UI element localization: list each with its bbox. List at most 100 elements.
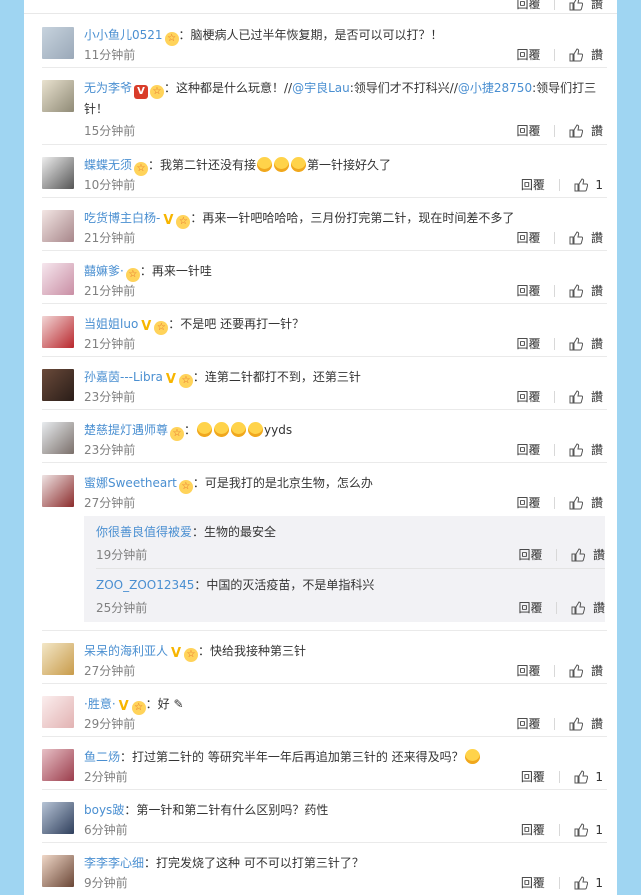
username[interactable]: ·胜意·	[84, 697, 116, 711]
action-divider	[558, 877, 560, 889]
avatar[interactable]	[42, 27, 74, 59]
like-count[interactable]: 1	[595, 770, 603, 784]
reply-button[interactable]: 回覆	[516, 662, 540, 679]
reply-button[interactable]: 回覆	[521, 768, 545, 785]
username[interactable]: 囍嫲爹·	[84, 264, 124, 278]
thumbs-up-icon[interactable]	[569, 337, 584, 354]
like-count[interactable]: 讚	[591, 231, 603, 245]
comment-actions: 回覆 讚	[516, 388, 603, 407]
like-count[interactable]: 1	[595, 876, 603, 890]
thumbs-up-icon[interactable]	[569, 496, 584, 513]
username[interactable]: 无为李爷	[84, 81, 132, 95]
thumbs-up-icon[interactable]	[569, 124, 584, 141]
comment-text: 李李李心细：打完发烧了这种 可不可以打第三针了？	[84, 853, 605, 873]
avatar[interactable]	[42, 210, 74, 242]
like-count[interactable]: 1	[595, 178, 603, 192]
username[interactable]: ZOO_ZOO12345	[96, 578, 194, 592]
reply-button[interactable]: 回覆	[521, 176, 545, 193]
reply-button[interactable]: 回覆	[516, 122, 540, 139]
avatar[interactable]	[42, 475, 74, 507]
reply-button[interactable]: 回覆	[516, 388, 540, 405]
username[interactable]: 蜜娜Sweetheart	[84, 476, 177, 490]
avatar[interactable]	[42, 749, 74, 781]
reply-body: ：生物的最安全	[192, 525, 277, 539]
like-count[interactable]: 讚	[591, 443, 603, 457]
comment-actions: 回覆 1	[521, 176, 603, 195]
like-count[interactable]: 讚	[591, 48, 603, 62]
like-count[interactable]: 讚	[591, 337, 603, 351]
like-count[interactable]: 讚	[593, 548, 605, 562]
thumbs-up-icon[interactable]	[574, 823, 588, 840]
thumbs-up-icon[interactable]	[569, 0, 584, 14]
avatar[interactable]	[42, 802, 74, 834]
timestamp: 27分钟前	[84, 496, 136, 510]
timestamp: 27分钟前	[84, 664, 136, 678]
mention-link[interactable]: @小捷28750	[458, 81, 532, 95]
avatar[interactable]	[42, 369, 74, 401]
mention-link[interactable]: @宇良Lau	[292, 81, 350, 95]
action-divider	[556, 549, 558, 561]
like-count[interactable]: 讚	[591, 124, 603, 138]
like-count[interactable]: 讚	[591, 496, 603, 510]
thumbs-up-icon[interactable]	[569, 231, 584, 248]
reply-button[interactable]: 回覆	[518, 546, 542, 563]
thumbs-up-icon[interactable]	[569, 664, 584, 681]
thumbs-up-icon[interactable]	[574, 178, 588, 195]
timestamp: 25分钟前	[96, 601, 148, 615]
thumbs-up-icon[interactable]	[571, 601, 586, 618]
like-count[interactable]: 讚	[591, 390, 603, 404]
avatar[interactable]	[42, 263, 74, 295]
avatar[interactable]	[42, 643, 74, 675]
username[interactable]: 鱼二炀	[84, 750, 120, 764]
reply-button[interactable]: 回覆	[516, 335, 540, 352]
like-count[interactable]: 讚	[591, 664, 603, 678]
like-count[interactable]: 讚	[591, 284, 603, 298]
comment-item: boys跛：第一针和第二针有什么区别吗？药性 6分钟前 回覆 1	[24, 790, 617, 843]
avatar[interactable]	[42, 157, 74, 189]
username[interactable]: 你很善良值得被爱	[96, 525, 192, 539]
like-count[interactable]: 讚	[593, 601, 605, 615]
reply-button[interactable]: 回覆	[518, 599, 542, 616]
username[interactable]: 小小鱼儿0521	[84, 28, 163, 42]
comment-body: ：快给我接种第三针	[198, 644, 307, 658]
like-count[interactable]: 1	[595, 823, 603, 837]
username[interactable]: 李李李心细	[84, 856, 144, 870]
like-count[interactable]: 讚	[591, 717, 603, 731]
reply-button[interactable]: 回覆	[516, 441, 540, 458]
reply-button[interactable]: 回覆	[516, 282, 540, 299]
like-label[interactable]: 讚	[591, 0, 603, 11]
username[interactable]: 蝶蝶无须	[84, 158, 132, 172]
reply-button[interactable]: 回覆	[521, 821, 545, 838]
username[interactable]: boys跛	[84, 803, 124, 817]
username[interactable]: 孙嘉茵---Libra	[84, 370, 163, 384]
username[interactable]: 当姐姐luo	[84, 317, 138, 331]
comment-body: ：再来一针吧哈哈哈，三月份打完第二针，现在时间差不多了	[190, 211, 515, 225]
avatar[interactable]	[42, 422, 74, 454]
thumbs-up-icon[interactable]	[574, 770, 588, 787]
reply-button[interactable]: 回覆	[516, 46, 540, 63]
avatar[interactable]	[42, 855, 74, 887]
thumbs-up-icon[interactable]	[574, 876, 588, 893]
thumbs-up-icon[interactable]	[569, 48, 584, 65]
timestamp: 6分钟前	[84, 823, 128, 837]
emoji-icon	[214, 422, 230, 437]
thumbs-up-icon[interactable]	[569, 717, 584, 734]
avatar[interactable]	[42, 696, 74, 728]
thumbs-up-icon[interactable]	[569, 284, 584, 301]
reply-button[interactable]: 回覆	[516, 0, 540, 12]
thumbs-up-icon[interactable]	[571, 548, 586, 565]
reply-button[interactable]: 回覆	[521, 874, 545, 891]
comment-actions: 回覆 讚	[516, 494, 603, 513]
username[interactable]: 楚慈提灯遇师尊	[84, 423, 168, 437]
avatar[interactable]	[42, 316, 74, 348]
thumbs-up-icon[interactable]	[569, 390, 584, 407]
avatar[interactable]	[42, 80, 74, 112]
action-divider	[554, 497, 556, 509]
reply-button[interactable]: 回覆	[516, 494, 540, 511]
reply-button[interactable]: 回覆	[516, 229, 540, 246]
username[interactable]: 呆呆的海利亚人	[84, 644, 168, 658]
reply-button[interactable]: 回覆	[516, 715, 540, 732]
thumbs-up-icon[interactable]	[569, 443, 584, 460]
comment-item: 小小鱼儿0521 ☆ ：脑梗病人已过半年恢复期，是否可以可以打？！ 11分钟前 回覆…	[24, 15, 617, 68]
username[interactable]: 吃货博主白杨-	[84, 211, 160, 225]
